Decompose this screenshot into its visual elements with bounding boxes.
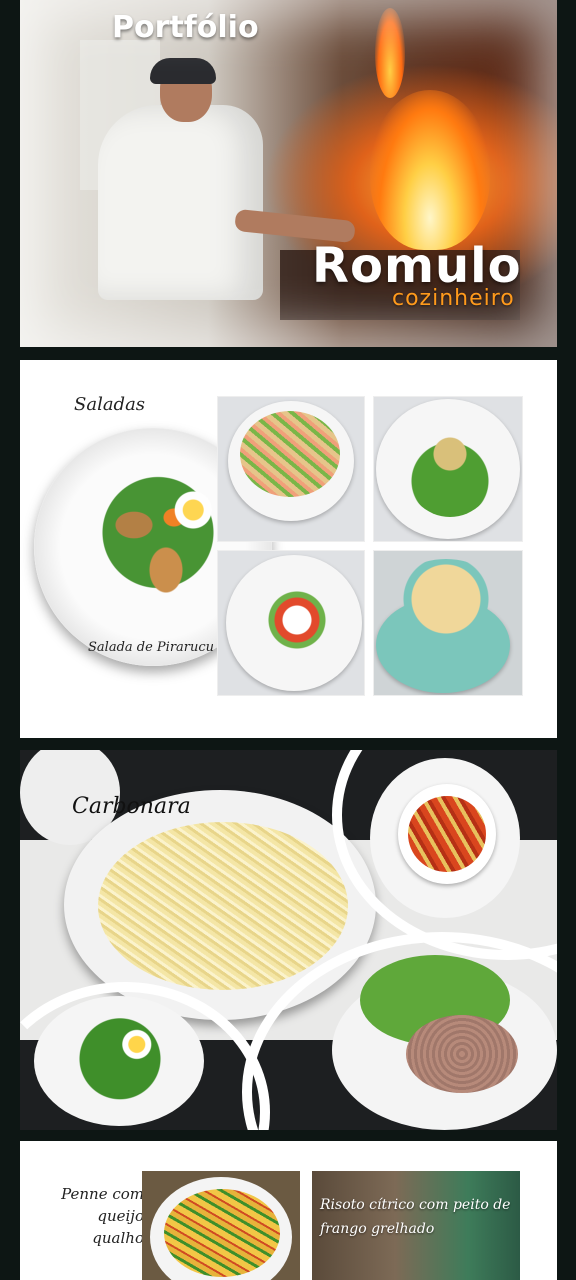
section-title-saladas: Saladas xyxy=(74,394,146,415)
penne-title: Penne com queijo qualho xyxy=(61,1185,144,1247)
chef-role: cozinheiro xyxy=(392,286,515,311)
section-title-carbonara: Carbonara xyxy=(72,794,191,819)
penne-photo[interactable] xyxy=(142,1171,300,1280)
carbonara-pasta xyxy=(98,822,348,990)
featured-salad-caption: Salada de Pirarucu xyxy=(88,640,215,655)
salad-small-food xyxy=(64,1006,176,1102)
saladas-section: Saladas Salada de Pirarucu xyxy=(20,360,557,738)
salad-thumb-shrimp[interactable] xyxy=(217,396,365,542)
salad-thumb-caesar[interactable] xyxy=(373,396,523,542)
tartare-food xyxy=(406,1015,518,1093)
salad-thumb-caprese[interactable] xyxy=(217,550,365,696)
carbonara-section: Carbonara xyxy=(20,750,557,1130)
penne-risotto-section: Penne com queijo qualho Risoto cítrico c… xyxy=(20,1141,557,1280)
hero-banner: Portfólio Romulo cozinheiro xyxy=(20,0,557,347)
penne-food xyxy=(408,796,486,872)
salad-food xyxy=(78,450,238,600)
penne-photo-food xyxy=(164,1189,280,1277)
salad-thumb-couscous[interactable] xyxy=(373,550,523,696)
risotto-title: Risoto cítrico com peito de frango grelh… xyxy=(320,1197,511,1237)
page-title: Portfólio xyxy=(112,10,259,45)
